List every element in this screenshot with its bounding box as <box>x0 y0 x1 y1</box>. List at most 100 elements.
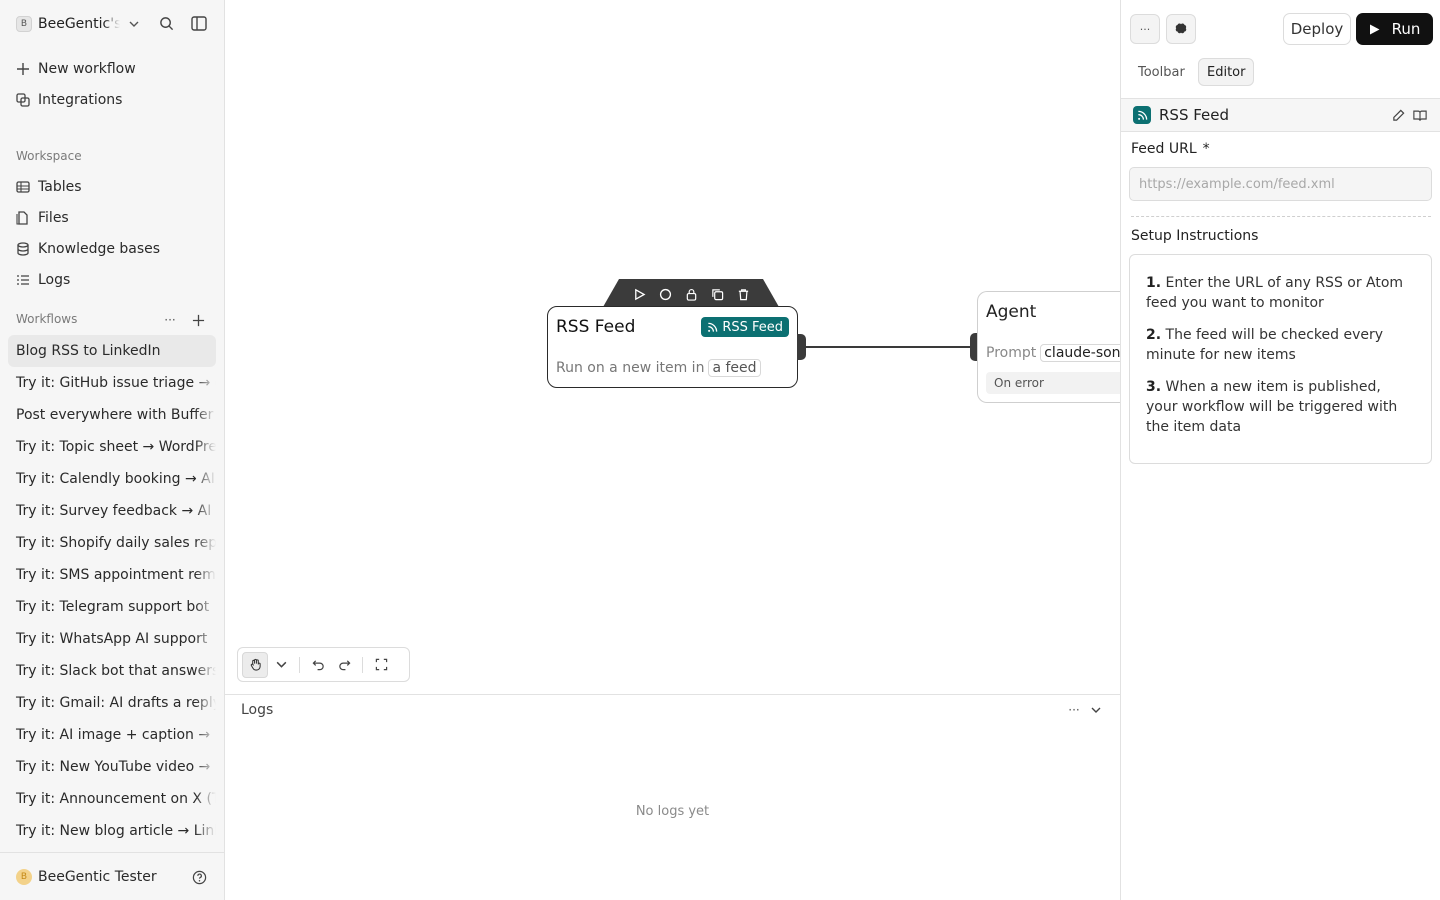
duplicate-icon[interactable] <box>709 286 725 302</box>
workspace-switcher[interactable]: B BeeGentic's Workspace <box>16 12 216 36</box>
lock-icon[interactable] <box>683 286 699 302</box>
chevron-down-icon[interactable] <box>268 652 294 678</box>
node-subtitle-text: Run on a new item in <box>556 360 705 376</box>
workflow-list-item[interactable]: Try it: SMS appointment rem <box>8 559 216 591</box>
step-number: 1. <box>1146 275 1162 291</box>
user-name: BeeGentic Tester <box>38 868 157 885</box>
add-workflow-icon[interactable] <box>189 311 207 329</box>
step-text: When a new item is published, your workf… <box>1146 379 1398 435</box>
prompt-label: Prompt <box>986 345 1037 361</box>
integrations-link[interactable]: Integrations <box>16 89 122 111</box>
workflow-list-item[interactable]: Try it: New blog article → Link <box>8 815 216 847</box>
docs-book-icon[interactable] <box>1411 106 1429 124</box>
chevron-down-icon[interactable] <box>1087 701 1105 719</box>
run-button[interactable]: Run <box>1356 13 1433 45</box>
sidebar-item-label: Tables <box>38 179 82 195</box>
canvas-toolbar <box>237 647 410 682</box>
step-number: 2. <box>1146 327 1162 343</box>
workflow-list-item[interactable]: Try it: Shopify daily sales rep <box>8 527 216 559</box>
sidebar-item-knowledge-bases[interactable]: Knowledge bases <box>16 238 160 260</box>
workflow-list-item[interactable]: Try it: New YouTube video → <box>8 751 216 783</box>
setup-instructions-label: Setup Instructions <box>1131 228 1259 244</box>
rss-feed-node[interactable]: RSS Feed RSS Feed Run on a new item in a… <box>547 306 798 388</box>
chevron-down-icon <box>129 21 139 27</box>
node-title: RSS Feed <box>556 317 636 337</box>
sidebar: B BeeGentic's Workspace New workflow Int… <box>0 0 225 900</box>
workspace-section-label: Workspace <box>16 149 82 163</box>
help-icon[interactable] <box>190 868 208 886</box>
hand-tool-icon[interactable] <box>242 651 268 678</box>
logs-title: Logs <box>241 702 274 718</box>
model-pill[interactable]: claude-sonnet <box>1040 344 1120 362</box>
workflow-list-item[interactable]: Post everywhere with Buffer <box>8 399 216 431</box>
workflow-list-item[interactable]: Try it: Slack bot that answers <box>8 655 216 687</box>
workflow-list-item[interactable]: Try it: GitHub issue triage → c <box>8 367 216 399</box>
node-action-toolbar <box>603 279 779 307</box>
block-title: RSS Feed <box>1159 106 1230 124</box>
user-menu[interactable]: B BeeGentic Tester <box>0 852 224 900</box>
workflows-section-label: Workflows <box>16 312 78 326</box>
on-error-port[interactable]: On error <box>986 372 1120 394</box>
workflow-list-item[interactable]: Try it: Telegram support bot <box>8 591 216 623</box>
table-icon <box>16 181 30 193</box>
deploy-button[interactable]: Deploy <box>1283 13 1351 45</box>
tab-toolbar[interactable]: Toolbar <box>1130 58 1193 86</box>
section-divider <box>1131 216 1431 217</box>
workspace-avatar: B <box>16 16 32 32</box>
rss-icon <box>1133 106 1151 124</box>
more-options-button[interactable]: ··· <box>1130 14 1160 44</box>
new-workflow-label: New workflow <box>38 61 136 77</box>
sidebar-item-tables[interactable]: Tables <box>16 176 82 198</box>
workflow-list-item[interactable]: Try it: Gmail: AI drafts a reply <box>8 687 216 719</box>
new-workflow-button[interactable]: New workflow <box>16 58 136 80</box>
workflow-list-item[interactable]: Try it: Calendly booking → AI <box>8 463 216 495</box>
database-icon <box>17 242 29 256</box>
workflow-list-item[interactable]: Try it: AI image + caption → In <box>8 719 216 751</box>
node-title: Agent <box>986 302 1037 322</box>
tab-editor[interactable]: Editor <box>1198 58 1255 86</box>
connection-edge[interactable] <box>805 346 973 348</box>
play-icon[interactable] <box>631 286 647 302</box>
logs-more-icon[interactable]: ··· <box>1065 701 1083 719</box>
feed-url-input[interactable] <box>1129 167 1432 201</box>
instruction-step: 1. Enter the URL of any RSS or Atom feed… <box>1146 273 1415 313</box>
brain-icon <box>1175 23 1187 34</box>
agent-node[interactable]: Agent Prompt claude-sonnet On error <box>977 291 1120 403</box>
sidebar-item-label: Logs <box>38 272 71 288</box>
instruction-step: 3. When a new item is published, your wo… <box>1146 377 1415 437</box>
undo-icon[interactable] <box>305 652 331 678</box>
sidebar-item-logs[interactable]: Logs <box>16 269 70 291</box>
workflows-more-icon[interactable]: ··· <box>161 311 179 329</box>
instruction-step: 2. The feed will be checked every minute… <box>1146 325 1415 365</box>
badge-label: RSS Feed <box>722 319 783 335</box>
integrations-label: Integrations <box>38 92 123 108</box>
edit-icon[interactable] <box>1389 106 1407 124</box>
copilot-button[interactable] <box>1166 14 1196 44</box>
step-number: 3. <box>1146 379 1162 395</box>
trash-icon[interactable] <box>735 286 751 302</box>
run-button-label: Run <box>1391 20 1421 38</box>
fit-view-icon[interactable] <box>368 652 394 678</box>
step-text: Enter the URL of any RSS or Atom feed yo… <box>1146 275 1404 311</box>
sidebar-item-label: Files <box>38 210 69 226</box>
feed-pill[interactable]: a feed <box>708 359 761 377</box>
feed-url-label: Feed URL * <box>1131 141 1210 157</box>
block-type-badge: RSS Feed <box>701 317 789 337</box>
workflow-list-item[interactable]: Blog RSS to LinkedIn <box>8 335 216 367</box>
editor-panel: ··· Deploy Run Toolbar Editor RSS Feed F… <box>1120 0 1440 900</box>
integrations-icon <box>16 93 30 107</box>
sidebar-toggle-icon[interactable] <box>190 14 208 32</box>
toggle-icon[interactable] <box>657 286 673 302</box>
avatar: B <box>16 868 32 885</box>
toolbar-divider <box>362 656 363 673</box>
workflow-list-item[interactable]: Try it: Survey feedback → AI s <box>8 495 216 527</box>
redo-icon[interactable] <box>331 652 357 678</box>
search-icon[interactable] <box>157 14 175 32</box>
workflow-list-item[interactable]: Try it: Topic sheet → WordPre <box>8 431 216 463</box>
workflow-list-item[interactable]: Try it: Announcement on X (T <box>8 783 216 815</box>
agent-prompt-row: Prompt claude-sonnet <box>986 344 1120 362</box>
workflow-list-item[interactable]: Try it: WhatsApp AI support <box>8 623 216 655</box>
sidebar-item-files[interactable]: Files <box>16 207 69 229</box>
workflow-canvas[interactable]: RSS Feed RSS Feed Run on a new item in a… <box>225 0 1120 694</box>
step-text: The feed will be checked every minute fo… <box>1146 327 1384 363</box>
